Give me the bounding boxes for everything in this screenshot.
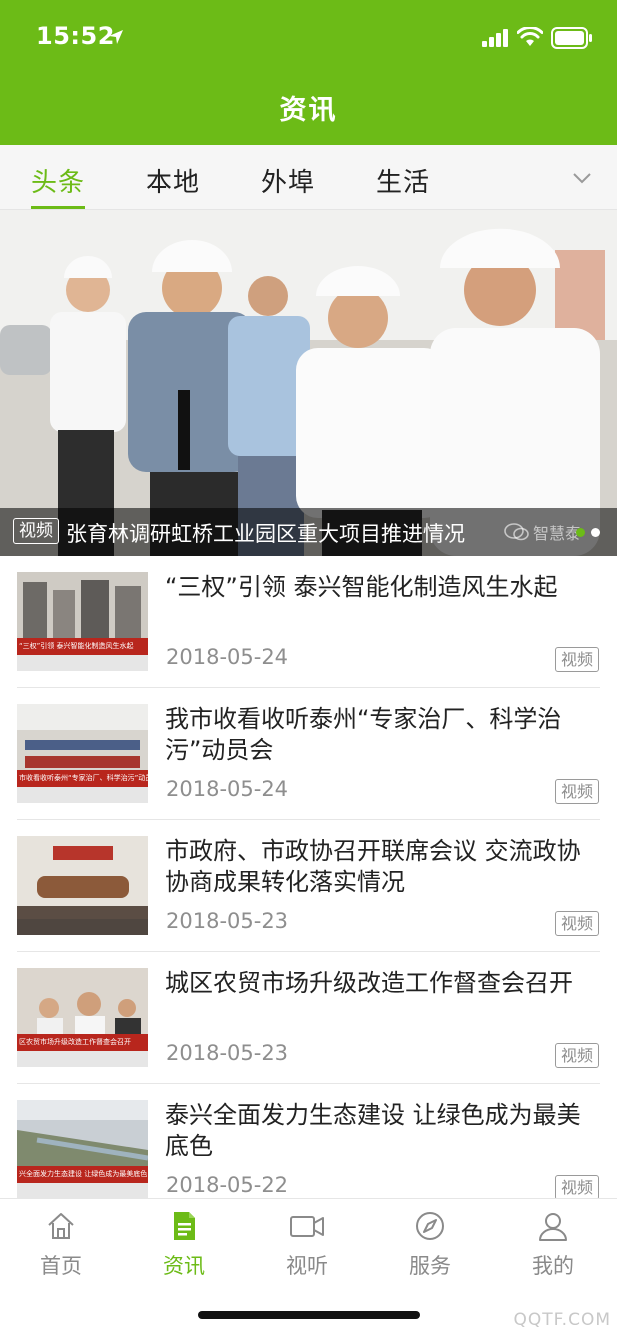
document-icon	[174, 1212, 195, 1240]
video-badge: 视频	[13, 518, 59, 544]
nav-home[interactable]: 首页	[11, 1205, 111, 1278]
location-arrow-icon	[109, 30, 123, 44]
news-thumbnail: 区农贸市场升级改造工作督查会召开	[17, 968, 148, 1067]
banner-photo	[0, 210, 617, 556]
home-indicator[interactable]	[198, 1311, 420, 1319]
news-thumbnail: 兴全面发力生态建设 让绿色成为最美底色	[17, 1100, 148, 1199]
video-camera-icon	[290, 1216, 324, 1237]
status-bar: 15:52	[0, 0, 617, 70]
news-item[interactable]: 区农贸市场升级改造工作督查会召开 城区农贸市场升级改造工作督查会召开 2018-…	[0, 952, 617, 1084]
news-date: 2018-05-23	[166, 1041, 289, 1065]
category-tabs: 头条 本地 外埠 生活	[0, 145, 617, 210]
tab-outside[interactable]: 外埠	[261, 162, 315, 199]
video-badge: 视频	[555, 1043, 599, 1068]
page-title: 资讯	[279, 95, 338, 126]
nav-profile[interactable]: 我的	[503, 1205, 603, 1278]
nav-news[interactable]: 资讯	[134, 1205, 234, 1278]
news-item[interactable]: 市收看收听泰州“专家治厂、科学治污”动员会 我市收看收听泰州“专家治厂、科学治污…	[0, 688, 617, 820]
video-badge: 视频	[555, 1175, 599, 1200]
thumbnail-footer	[17, 1051, 148, 1067]
thumbnail-caption: 区农贸市场升级改造工作督查会召开	[17, 1034, 148, 1051]
video-badge: 视频	[555, 779, 599, 804]
news-date: 2018-05-23	[166, 909, 289, 933]
news-title: 市政府、市政协召开联席会议 交流政协协商成果转化落实情况	[165, 837, 581, 896]
news-title: 泰兴全面发力生态建设 让绿色成为最美底色	[165, 1101, 581, 1160]
thumbnail-caption: “三权”引领 泰兴智能化制造风生水起	[17, 638, 148, 655]
wechat-icon	[504, 523, 529, 541]
video-badge: 视频	[555, 647, 599, 672]
news-title: 我市收看收听泰州“专家治厂、科学治污”动员会	[165, 705, 562, 764]
thumbnail-footer	[17, 787, 148, 803]
news-title: 城区农贸市场升级改造工作督查会召开	[165, 969, 573, 997]
featured-banner[interactable]: 视频 张育林调研虹桥工业园区重大项目推进情况 智慧泰	[0, 210, 617, 556]
active-tab-indicator	[31, 206, 85, 209]
nav-label: 视听	[286, 1254, 328, 1278]
battery-icon	[551, 27, 592, 49]
banner-caption: 视频 张育林调研虹桥工业园区重大项目推进情况 智慧泰	[0, 508, 617, 556]
video-badge: 视频	[555, 911, 599, 936]
tab-local[interactable]: 本地	[146, 162, 200, 199]
site-watermark: QQTF.COM	[513, 1310, 611, 1330]
banner-title: 张育林调研虹桥工业园区重大项目推进情况	[66, 522, 465, 546]
wifi-icon	[517, 27, 543, 46]
carousel-dot[interactable]	[591, 528, 600, 537]
nav-label: 我的	[532, 1254, 574, 1278]
tab-life[interactable]: 生活	[376, 162, 430, 199]
news-item[interactable]: 兴全面发力生态建设 让绿色成为最美底色 泰兴全面发力生态建设 让绿色成为最美底色…	[0, 1084, 617, 1216]
thumbnail-footer	[17, 1183, 148, 1199]
nav-video[interactable]: 视听	[257, 1205, 357, 1278]
nav-label: 首页	[40, 1254, 82, 1278]
thumbnail-caption: 市收看收听泰州“专家治厂、科学治污”动员会	[17, 770, 148, 787]
home-icon	[48, 1213, 74, 1239]
header-bar: 15:52 资讯	[0, 0, 617, 145]
nav-services[interactable]: 服务	[380, 1205, 480, 1278]
nav-label: 服务	[409, 1254, 451, 1278]
carousel-dot-active[interactable]	[576, 528, 585, 537]
tab-headlines[interactable]: 头条	[31, 162, 85, 199]
compass-icon	[416, 1212, 444, 1240]
app-screen: 15:52 资讯 头条 本地 外埠 生活 视频 张育林调研虹桥工业园区重大项目推…	[0, 0, 617, 1334]
thumbnail-caption: 兴全面发力生态建设 让绿色成为最美底色	[17, 1166, 148, 1183]
news-date: 2018-05-22	[166, 1173, 289, 1197]
news-thumbnail: “三权”引领 泰兴智能化制造风生水起	[17, 572, 148, 671]
news-item[interactable]: “三权”引领 泰兴智能化制造风生水起 “三权”引领 泰兴智能化制造风生水起 20…	[0, 556, 617, 688]
news-item[interactable]: 市政府、市政协召开联席会议 交流政协协商成果转化落实情况 2018-05-23 …	[0, 820, 617, 952]
news-thumbnail	[17, 836, 148, 935]
signal-icon	[482, 29, 508, 47]
news-date: 2018-05-24	[166, 645, 289, 669]
chevron-down-icon[interactable]	[570, 166, 594, 190]
banner-watermark: 智慧泰	[533, 524, 582, 543]
thumbnail-footer	[17, 919, 148, 935]
user-icon	[539, 1213, 567, 1241]
nav-label: 资讯	[163, 1254, 205, 1278]
news-date: 2018-05-24	[166, 777, 289, 801]
thumbnail-footer	[17, 655, 148, 671]
news-title: “三权”引领 泰兴智能化制造风生水起	[165, 573, 558, 601]
status-time: 15:52	[36, 22, 115, 50]
news-thumbnail: 市收看收听泰州“专家治厂、科学治污”动员会	[17, 704, 148, 803]
